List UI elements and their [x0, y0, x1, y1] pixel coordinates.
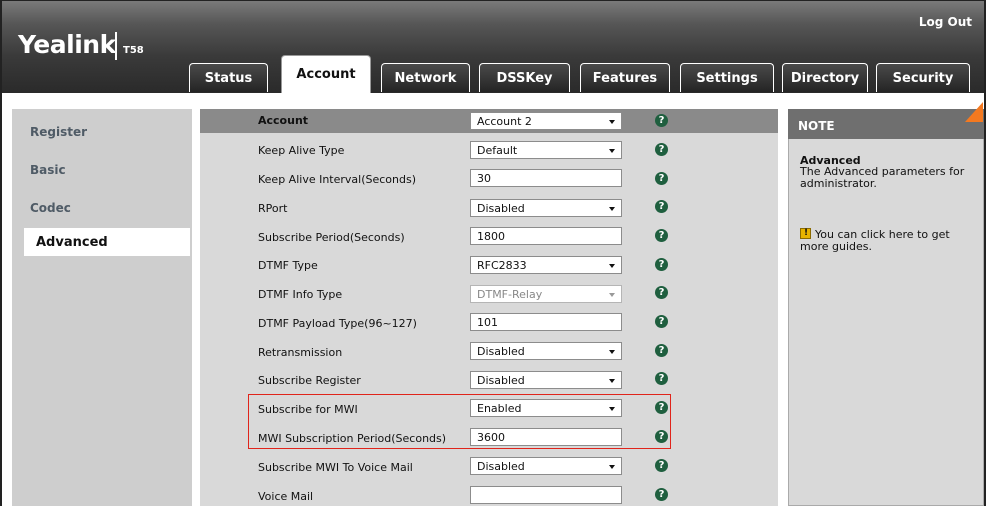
tab-status[interactable]: Status — [189, 63, 268, 92]
keep-alive-interval-input[interactable]: 30 — [470, 169, 622, 187]
sidebar-item-codec[interactable]: Codec — [30, 201, 71, 215]
logout-link[interactable]: Log Out — [919, 15, 972, 29]
left-margin — [2, 93, 12, 506]
account-select[interactable]: Account 2 — [470, 112, 622, 130]
model-label: T58 — [123, 45, 144, 56]
column-gap — [192, 93, 200, 506]
sidebar-top-gap — [12, 93, 192, 109]
dtmf-type-label: DTMF Type — [258, 259, 318, 272]
subscribe-period-input[interactable]: 1800 — [470, 227, 622, 245]
tab-settings[interactable]: Settings — [680, 63, 774, 92]
dtmf-info-type-select: DTMF-Relay — [470, 285, 622, 303]
tab-security[interactable]: Security — [876, 63, 970, 92]
column-gap — [778, 93, 788, 506]
help-icon[interactable]: ? — [655, 488, 668, 501]
dtmf-info-type-label: DTMF Info Type — [258, 288, 343, 301]
subscribe-mwi-voicemail-label: Subscribe MWI To Voice Mail — [258, 461, 413, 474]
dtmf-payload-type-input[interactable]: 101 — [470, 313, 622, 331]
sidebar — [12, 93, 192, 506]
keep-alive-type-label: Keep Alive Type — [258, 144, 345, 157]
brand-logo: Yealink — [18, 30, 116, 59]
keep-alive-type-select[interactable]: Default — [470, 141, 622, 159]
logo-divider — [115, 32, 117, 60]
retransmission-label: Retransmission — [258, 346, 343, 359]
note-title: NOTE — [798, 119, 835, 133]
dtmf-payload-type-label: DTMF Payload Type(96~127) — [258, 317, 417, 330]
tab-network[interactable]: Network — [381, 63, 470, 92]
voice-mail-input[interactable] — [470, 486, 622, 504]
subscribe-register-label: Subscribe Register — [258, 374, 361, 387]
help-icon[interactable]: ? — [655, 372, 668, 385]
help-icon[interactable]: ? — [655, 229, 668, 242]
note-description: The Advanced parameters for administrato… — [800, 165, 965, 190]
help-icon[interactable]: ? — [655, 315, 668, 328]
retransmission-select[interactable]: Disabled — [470, 342, 622, 360]
dtmf-type-select[interactable]: RFC2833 — [470, 256, 622, 274]
note-corner-flag — [965, 102, 983, 122]
help-icon[interactable]: ? — [655, 459, 668, 472]
help-icon[interactable]: ? — [655, 200, 668, 213]
sidebar-item-basic[interactable]: Basic — [30, 163, 66, 177]
help-icon[interactable]: ? — [655, 143, 668, 156]
settings-panel-top-gap — [200, 93, 778, 109]
tab-features[interactable]: Features — [580, 63, 670, 92]
subscribe-mwi-voicemail-select[interactable]: Disabled — [470, 457, 622, 475]
subscribe-period-label: Subscribe Period(Seconds) — [258, 231, 405, 244]
sidebar-item-advanced[interactable]: Advanced — [36, 235, 108, 250]
help-icon[interactable]: ? — [655, 258, 668, 271]
highlight-box — [248, 394, 671, 449]
voice-mail-label: Voice Mail — [258, 490, 314, 503]
help-icon[interactable]: ? — [655, 114, 668, 127]
tab-account[interactable]: Account — [281, 55, 371, 93]
keep-alive-interval-label: Keep Alive Interval(Seconds) — [258, 173, 417, 186]
note-guide-link[interactable]: You can click here to get more guides. — [800, 227, 970, 253]
guide-icon — [800, 227, 811, 239]
tab-dsskey[interactable]: DSSKey — [479, 63, 570, 92]
help-icon[interactable]: ? — [655, 344, 668, 357]
subscribe-register-select[interactable]: Disabled — [470, 371, 622, 389]
tab-directory[interactable]: Directory — [782, 63, 868, 92]
help-icon[interactable]: ? — [655, 286, 668, 299]
note-guide-text[interactable]: You can click here to get more guides. — [800, 228, 950, 253]
account-label: Account — [258, 114, 309, 127]
sidebar-item-register[interactable]: Register — [30, 125, 87, 139]
help-icon[interactable]: ? — [655, 172, 668, 185]
rport-label: RPort — [258, 202, 288, 215]
rport-select[interactable]: Disabled — [470, 199, 622, 217]
